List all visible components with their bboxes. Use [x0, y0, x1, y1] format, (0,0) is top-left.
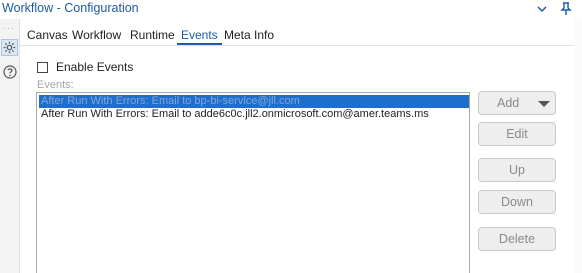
chevron-down-icon — [538, 101, 550, 107]
list-item[interactable]: After Run With Errors: Email to adde6c0c… — [39, 108, 469, 121]
tab-runtime[interactable]: Runtime — [126, 28, 179, 44]
add-button-label: Add — [497, 96, 520, 110]
chevron-down-icon[interactable] — [534, 0, 550, 18]
tab-events[interactable]: Events — [177, 28, 222, 45]
more-dots-icon[interactable]: ··· — [3, 24, 15, 33]
window-title: Workflow - Configuration — [2, 1, 139, 15]
help-icon[interactable] — [1, 63, 18, 80]
enable-events-label: Enable Events — [56, 60, 134, 74]
enable-events-toggle[interactable]: Enable Events — [37, 60, 133, 74]
up-button[interactable]: Up — [478, 158, 556, 182]
pin-icon[interactable] — [558, 0, 574, 18]
list-item[interactable]: After Run With Errors: Email to bp-bi-se… — [39, 95, 469, 108]
tab-meta-info[interactable]: Meta Info — [220, 28, 278, 44]
tab-canvas[interactable]: Canvas — [23, 28, 72, 44]
edit-button[interactable]: Edit — [478, 122, 556, 146]
enable-events-checkbox[interactable] — [37, 61, 48, 73]
down-button[interactable]: Down — [478, 190, 556, 214]
events-label: Events: — [37, 79, 74, 91]
events-list[interactable]: After Run With Errors: Email to bp-bi-se… — [36, 92, 470, 273]
gear-icon[interactable] — [1, 39, 18, 56]
panel-scroll-strip — [574, 19, 582, 273]
tab-bar: Canvas Workflow Runtime Events Meta Info — [20, 27, 582, 46]
title-bar: Workflow - Configuration — [0, 0, 582, 19]
add-button[interactable]: Add — [478, 91, 556, 115]
left-rail: ··· — [0, 19, 20, 273]
delete-button[interactable]: Delete — [478, 227, 556, 251]
tab-workflow[interactable]: Workflow — [68, 28, 125, 44]
